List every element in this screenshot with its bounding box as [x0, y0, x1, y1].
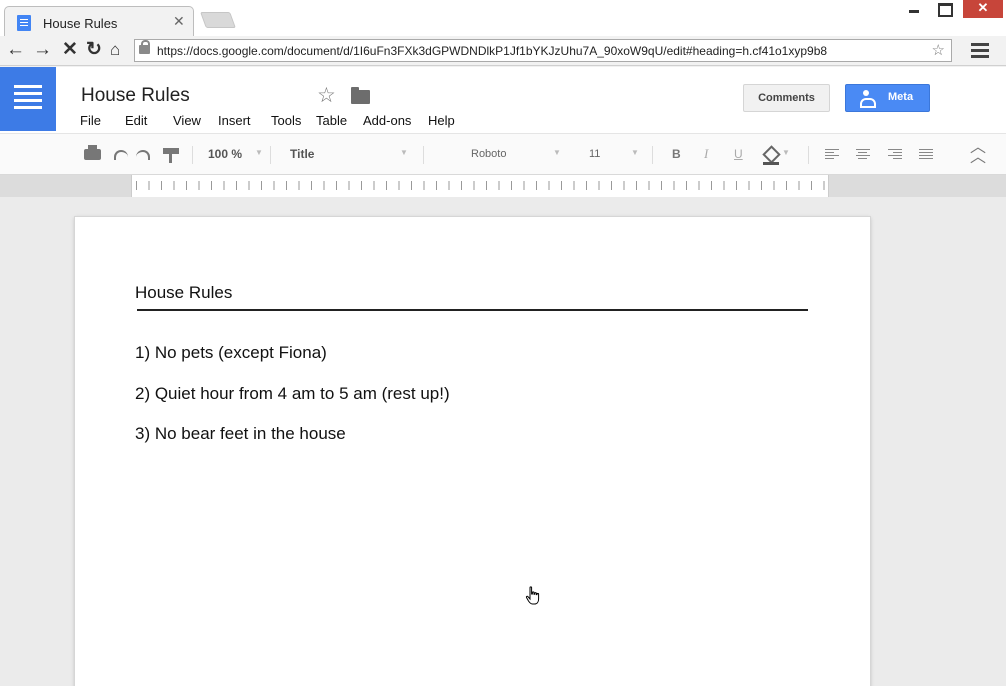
toolbar-divider	[808, 146, 809, 164]
align-center-icon[interactable]	[856, 149, 870, 161]
stop-loading-icon[interactable]: ✕	[62, 39, 78, 61]
bookmark-star-icon[interactable]: ☆	[932, 41, 945, 59]
hand-cursor-icon	[525, 586, 540, 605]
folder-icon[interactable]	[351, 87, 370, 104]
font-size-select[interactable]: 11	[589, 145, 600, 163]
share-people-icon	[859, 90, 876, 108]
star-icon[interactable]: ☆	[317, 83, 336, 108]
toolbar-divider	[270, 146, 271, 164]
redo-icon[interactable]	[136, 150, 150, 160]
home-icon[interactable]: ⌂	[110, 39, 120, 61]
ruler[interactable]	[131, 175, 829, 197]
list-item[interactable]: 2) Quiet hour from 4 am to 5 am (rest up…	[135, 384, 450, 404]
minimize-icon[interactable]	[906, 0, 922, 18]
browser-tab[interactable]: House Rules ✕	[4, 6, 194, 36]
reload-icon[interactable]: ↻	[86, 39, 102, 61]
docs-favicon-icon	[17, 15, 31, 31]
browser-toolbar: ← → ✕ ↻ ⌂ https://docs.google.com/docume…	[0, 36, 1006, 66]
ruler-ticks	[136, 181, 826, 190]
menu-view[interactable]: View	[173, 113, 201, 128]
ruler-area	[0, 175, 1006, 197]
menu-tools[interactable]: Tools	[271, 113, 301, 128]
paint-format-icon[interactable]	[163, 148, 179, 163]
tab-title: House Rules	[43, 16, 118, 31]
zoom-select[interactable]: 100 %	[208, 145, 242, 163]
back-arrow-icon[interactable]: ←	[6, 39, 25, 61]
formatting-toolbar: 100 % ▼ Title ▼ Roboto ▼ 11 ▼ B I U ▼ ︿ ︿	[0, 133, 1006, 175]
forward-arrow-icon[interactable]: →	[33, 39, 52, 61]
list-item[interactable]: 1) No pets (except Fiona)	[135, 343, 327, 363]
chevron-down-icon: ▼	[553, 148, 561, 157]
underline-icon[interactable]: U	[734, 145, 743, 163]
justify-icon[interactable]	[919, 149, 933, 161]
menu-add-ons[interactable]: Add-ons	[363, 113, 411, 128]
text-color-icon[interactable]	[763, 147, 779, 165]
docs-header: House Rules ☆ File Edit View Insert Tool…	[0, 67, 1006, 133]
toolbar-divider	[652, 146, 653, 164]
chevron-down-icon: ▼	[400, 148, 408, 157]
document-canvas: House Rules 1) No pets (except Fiona) 2)…	[0, 197, 1006, 686]
document-page[interactable]: House Rules 1) No pets (except Fiona) 2)…	[75, 217, 870, 686]
browser-tab-strip: House Rules ✕ ✕	[0, 0, 1006, 36]
menu-table[interactable]: Table	[316, 113, 347, 128]
chevron-down-icon: ▼	[782, 148, 790, 157]
undo-icon[interactable]	[114, 150, 128, 160]
heading-divider	[137, 309, 808, 311]
document-title[interactable]: House Rules	[81, 85, 190, 107]
align-left-icon[interactable]	[825, 149, 839, 161]
chevron-down-icon: ▼	[255, 148, 263, 157]
print-icon[interactable]	[84, 145, 101, 160]
share-button[interactable]: Meta	[845, 84, 930, 112]
bold-icon[interactable]: B	[672, 145, 681, 163]
collapse-toolbar-icon[interactable]: ︿ ︿	[970, 140, 986, 166]
toolbar-divider	[423, 146, 424, 164]
menu-help[interactable]: Help	[428, 113, 455, 128]
maximize-icon[interactable]	[935, 0, 953, 18]
lock-icon	[139, 40, 150, 54]
comments-button[interactable]: Comments	[743, 84, 830, 112]
menu-insert[interactable]: Insert	[218, 113, 251, 128]
menu-edit[interactable]: Edit	[125, 113, 147, 128]
menu-file[interactable]: File	[80, 113, 101, 128]
new-tab-button[interactable]	[200, 12, 236, 28]
font-select[interactable]: Roboto	[471, 145, 506, 163]
paragraph-style-select[interactable]: Title	[290, 145, 314, 163]
tab-close-icon[interactable]: ✕	[173, 13, 185, 30]
window-close-icon[interactable]: ✕	[963, 0, 1003, 18]
docs-home-logo-icon[interactable]	[0, 67, 56, 131]
toolbar-divider	[192, 146, 193, 164]
url-text: https://docs.google.com/document/d/1I6uF…	[157, 44, 828, 58]
address-bar[interactable]: https://docs.google.com/document/d/1I6uF…	[134, 39, 952, 62]
italic-icon[interactable]: I	[704, 145, 708, 163]
chrome-menu-icon[interactable]	[971, 43, 989, 61]
align-right-icon[interactable]	[888, 149, 902, 161]
chevron-down-icon: ▼	[631, 148, 639, 157]
list-item[interactable]: 3) No bear feet in the house	[135, 424, 346, 444]
share-button-label: Meta	[888, 91, 914, 103]
document-heading[interactable]: House Rules	[135, 283, 232, 303]
